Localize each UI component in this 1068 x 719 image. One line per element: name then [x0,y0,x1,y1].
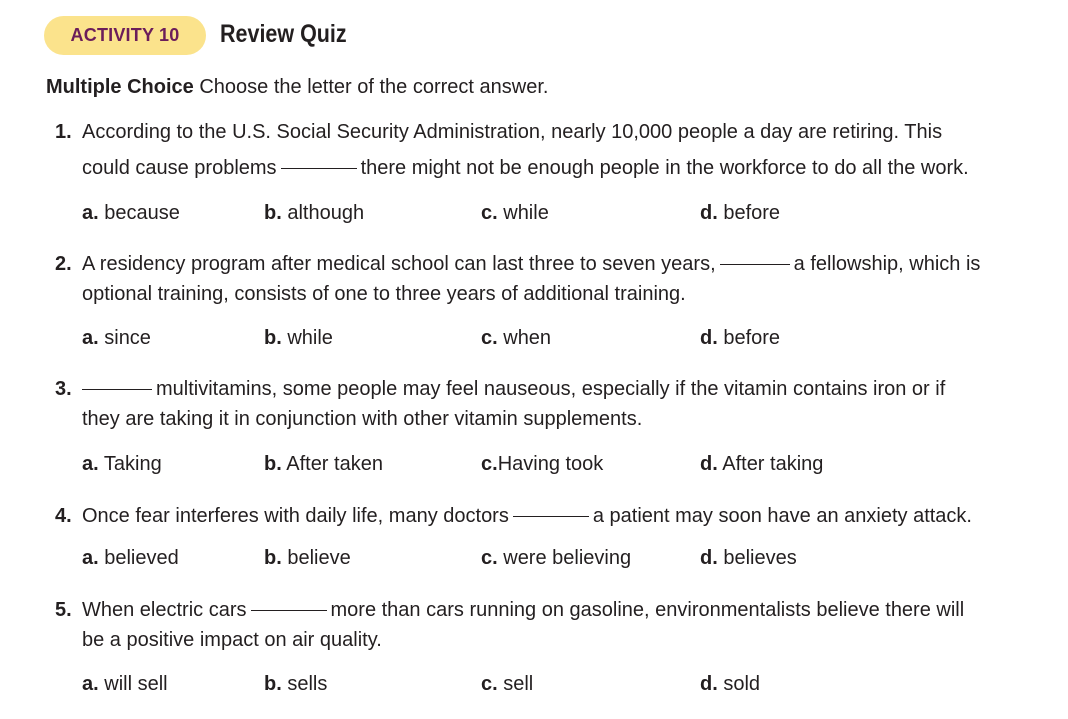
answer-blank [82,389,152,390]
option-b[interactable]: b. After taken [264,453,383,476]
question-text: a patient may soon have an anxiety attac… [592,505,972,527]
question-text: multivitamins, some people may feel naus… [156,378,946,400]
question-text: be a positive impact on air quality. [82,629,382,651]
option-c[interactable]: c. were believing [481,547,631,570]
option-d[interactable]: d. sold [700,673,760,696]
instructions-label: Multiple Choice [46,76,194,98]
activity-badge: ACTIVITY 10 [44,16,206,55]
option-b[interactable]: b. believe [264,547,351,570]
question-text: more than cars running on gasoline, envi… [330,599,965,621]
answer-blank [512,516,589,517]
option-b[interactable]: b. although [264,202,364,225]
question-2: 2. A residency program after medical scho… [55,249,980,309]
question-text: According to the U.S. Social Security Ad… [82,121,943,143]
question-text: could cause problems [82,157,277,179]
question-number: 1. [55,121,72,143]
option-c[interactable]: c. when [481,327,551,350]
option-c[interactable]: c. sell [481,673,533,696]
question-4: 4. Once fear interferes with daily life, … [55,501,972,531]
option-d[interactable]: d. before [700,202,780,225]
answer-blank [250,610,327,611]
answer-blank [719,264,790,265]
instructions: Multiple Choice Choose the letter of the… [46,76,548,99]
option-b[interactable]: b. while [264,327,333,350]
option-a[interactable]: a. since [82,327,151,350]
question-text: optional training, consists of one to th… [82,283,686,305]
page-title: Review Quiz [220,20,347,48]
question-3: 3. multivitamins, some people may feel na… [55,374,945,434]
option-a[interactable]: a. believed [82,547,179,570]
option-a[interactable]: a. will sell [82,673,168,696]
question-text: there might not be enough people in the … [360,157,969,179]
option-d[interactable]: d. After taking [700,453,823,476]
option-d[interactable]: d. believes [700,547,797,570]
question-text: A residency program after medical school… [82,253,716,275]
option-a[interactable]: a. because [82,202,180,225]
question-number: 3. [55,378,72,400]
question-5: 5. When electric cars more than cars runni… [55,595,964,655]
instructions-text: Choose the letter of the correct answer. [193,76,549,98]
question-1: 1. According to the U.S. Social Security … [55,117,969,183]
question-number: 2. [55,253,72,275]
option-b[interactable]: b. sells [264,673,327,696]
question-text: Once fear interferes with daily life, ma… [82,505,509,527]
option-d[interactable]: d. before [700,327,780,350]
option-c[interactable]: c.Having took [481,453,603,476]
question-number: 4. [55,505,72,527]
option-a[interactable]: a. Taking [82,453,162,476]
question-text: When electric cars [82,599,247,621]
question-text: they are taking it in conjunction with o… [82,408,643,430]
question-number: 5. [55,599,72,621]
question-text: a fellowship, which is [793,253,981,275]
option-c[interactable]: c. while [481,202,549,225]
answer-blank [280,168,357,169]
